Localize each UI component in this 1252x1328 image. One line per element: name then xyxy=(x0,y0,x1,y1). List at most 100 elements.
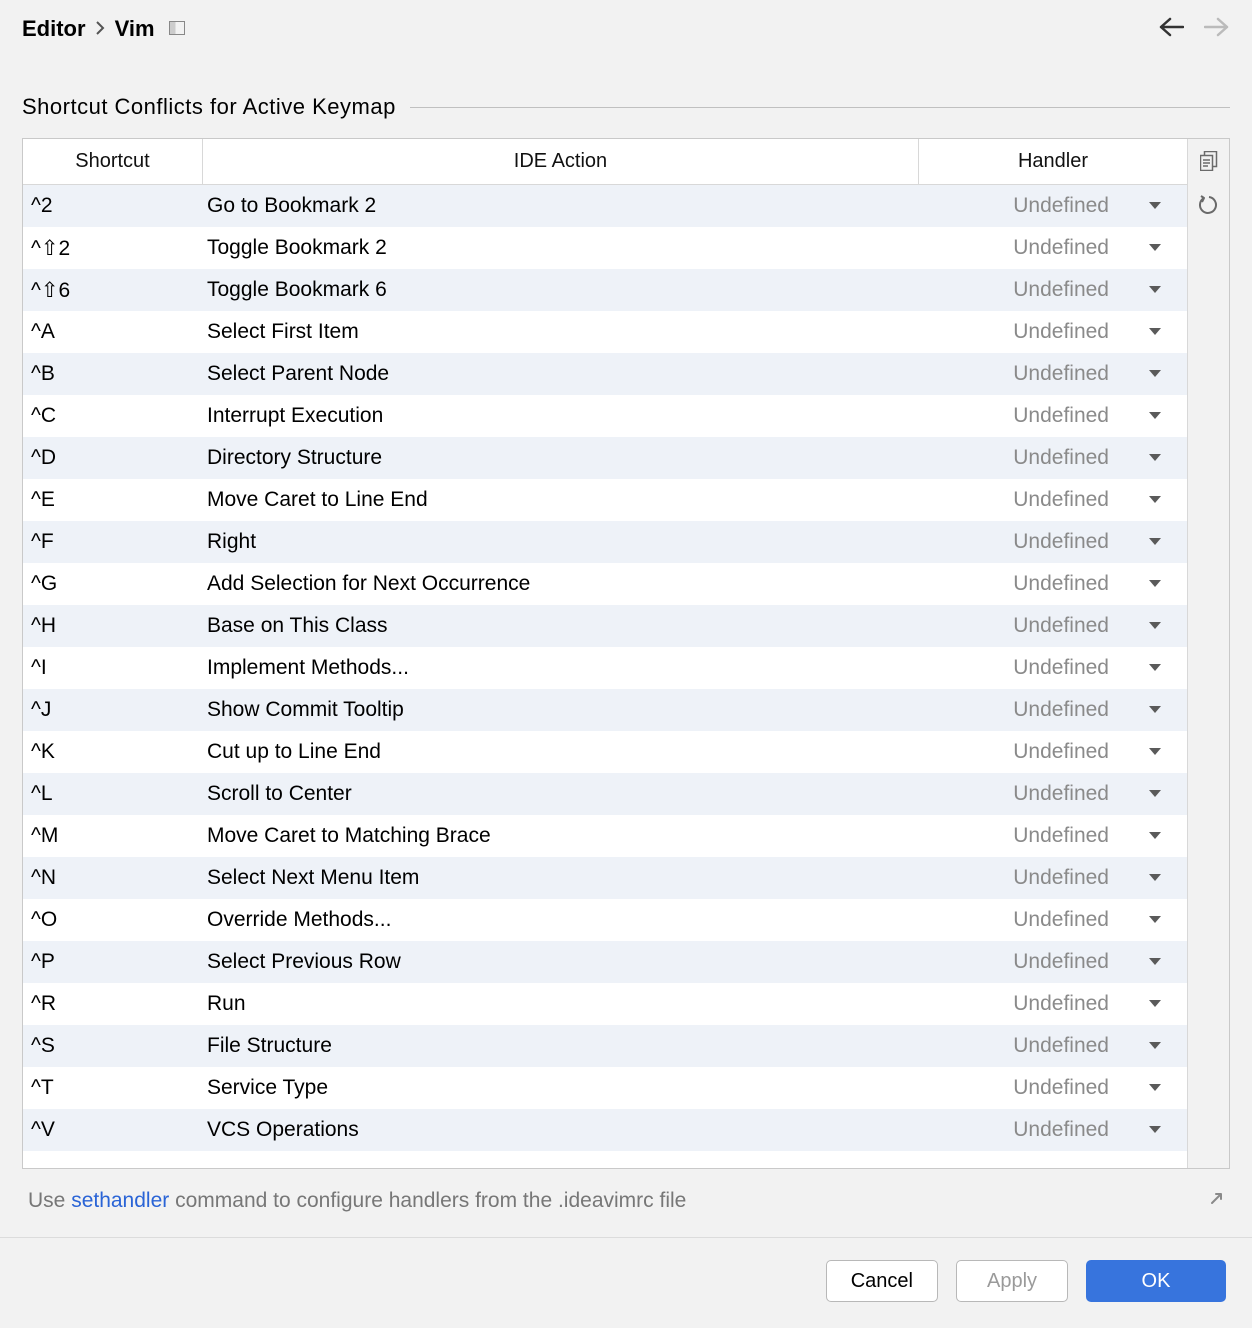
table-header: Shortcut IDE Action Handler xyxy=(23,139,1187,185)
chevron-down-icon xyxy=(1149,661,1161,675)
handler-cell[interactable]: Undefined xyxy=(919,530,1187,554)
table-row[interactable]: ^2Go to Bookmark 2Undefined xyxy=(23,185,1187,227)
action-cell: Select Previous Row xyxy=(203,950,919,974)
breadcrumb-parent[interactable]: Editor xyxy=(22,16,86,42)
table-row[interactable]: ^HBase on This ClassUndefined xyxy=(23,605,1187,647)
footer: Cancel Apply OK xyxy=(0,1237,1252,1328)
table-row[interactable]: ^FRightUndefined xyxy=(23,521,1187,563)
header-row: Editor Vim xyxy=(0,0,1252,52)
col-handler[interactable]: Handler xyxy=(919,139,1187,184)
handler-cell[interactable]: Undefined xyxy=(919,992,1187,1016)
chevron-down-icon xyxy=(1149,493,1161,507)
table-row[interactable]: ^TService TypeUndefined xyxy=(23,1067,1187,1109)
handler-cell[interactable]: Undefined xyxy=(919,866,1187,890)
shortcut-cell: ^H xyxy=(23,614,203,638)
ok-button[interactable]: OK xyxy=(1086,1260,1226,1302)
action-cell: Show Commit Tooltip xyxy=(203,698,919,722)
handler-label: Undefined xyxy=(1013,404,1109,428)
handler-label: Undefined xyxy=(1013,1118,1109,1142)
open-external-icon[interactable] xyxy=(1209,1191,1224,1211)
col-action[interactable]: IDE Action xyxy=(203,139,919,184)
handler-cell[interactable]: Undefined xyxy=(919,908,1187,932)
handler-label: Undefined xyxy=(1013,320,1109,344)
handler-cell[interactable]: Undefined xyxy=(919,236,1187,260)
table-row[interactable]: ^SFile StructureUndefined xyxy=(23,1025,1187,1067)
handler-cell[interactable]: Undefined xyxy=(919,782,1187,806)
handler-label: Undefined xyxy=(1013,362,1109,386)
table-row[interactable]: ^MMove Caret to Matching BraceUndefined xyxy=(23,815,1187,857)
handler-cell[interactable]: Undefined xyxy=(919,488,1187,512)
handler-label: Undefined xyxy=(1013,278,1109,302)
table-row[interactable]: ^IImplement Methods...Undefined xyxy=(23,647,1187,689)
table-row[interactable]: ^OOverride Methods...Undefined xyxy=(23,899,1187,941)
table-row[interactable]: ^BSelect Parent NodeUndefined xyxy=(23,353,1187,395)
breadcrumb-current: Vim xyxy=(115,16,155,42)
handler-cell[interactable]: Undefined xyxy=(919,194,1187,218)
action-cell: File Structure xyxy=(203,1034,919,1058)
handler-cell[interactable]: Undefined xyxy=(919,824,1187,848)
handler-cell[interactable]: Undefined xyxy=(919,656,1187,680)
handler-cell[interactable]: Undefined xyxy=(919,1118,1187,1142)
shortcut-cell: ^I xyxy=(23,656,203,680)
nav-arrows xyxy=(1158,17,1230,42)
handler-cell[interactable]: Undefined xyxy=(919,740,1187,764)
shortcut-cell: ^V xyxy=(23,1118,203,1142)
handler-cell[interactable]: Undefined xyxy=(919,278,1187,302)
handler-label: Undefined xyxy=(1013,1076,1109,1100)
shortcut-cell: ^P xyxy=(23,950,203,974)
chevron-down-icon xyxy=(1149,367,1161,381)
table-row[interactable]: ^LScroll to CenterUndefined xyxy=(23,773,1187,815)
table-row[interactable]: ^⇧2Toggle Bookmark 2Undefined xyxy=(23,227,1187,269)
handler-cell[interactable]: Undefined xyxy=(919,362,1187,386)
handler-cell[interactable]: Undefined xyxy=(919,698,1187,722)
handler-cell[interactable]: Undefined xyxy=(919,1034,1187,1058)
chevron-down-icon xyxy=(1149,451,1161,465)
table-row[interactable]: ^ASelect First ItemUndefined xyxy=(23,311,1187,353)
handler-cell[interactable]: Undefined xyxy=(919,614,1187,638)
table-row[interactable]: ^PSelect Previous RowUndefined xyxy=(23,941,1187,983)
table-row[interactable]: ^JShow Commit TooltipUndefined xyxy=(23,689,1187,731)
cancel-button[interactable]: Cancel xyxy=(826,1260,938,1302)
handler-label: Undefined xyxy=(1013,908,1109,932)
table-row[interactable]: ^NSelect Next Menu ItemUndefined xyxy=(23,857,1187,899)
section-title: Shortcut Conflicts for Active Keymap xyxy=(22,94,396,120)
handler-cell[interactable]: Undefined xyxy=(919,446,1187,470)
table-row[interactable]: ^DDirectory StructureUndefined xyxy=(23,437,1187,479)
action-cell: Directory Structure xyxy=(203,446,919,470)
shortcut-cell: ^T xyxy=(23,1076,203,1100)
back-button[interactable] xyxy=(1158,17,1184,42)
table-row[interactable]: ^GAdd Selection for Next OccurrenceUndef… xyxy=(23,563,1187,605)
handler-cell[interactable]: Undefined xyxy=(919,572,1187,596)
conflict-table: Shortcut IDE Action Handler ^2Go to Book… xyxy=(22,138,1230,1169)
table-row[interactable]: ^⇧6Toggle Bookmark 6Undefined xyxy=(23,269,1187,311)
action-cell: VCS Operations xyxy=(203,1118,919,1142)
chevron-down-icon xyxy=(1149,241,1161,255)
hint-bar: Use sethandler command to configure hand… xyxy=(22,1169,1230,1229)
handler-cell[interactable]: Undefined xyxy=(919,320,1187,344)
chevron-down-icon xyxy=(1149,409,1161,423)
apply-button: Apply xyxy=(956,1260,1068,1302)
copy-icon[interactable] xyxy=(1200,151,1218,177)
handler-label: Undefined xyxy=(1013,782,1109,806)
action-cell: Add Selection for Next Occurrence xyxy=(203,572,919,596)
action-cell: Toggle Bookmark 6 xyxy=(203,278,919,302)
action-cell: Run xyxy=(203,992,919,1016)
table-row[interactable]: ^RRunUndefined xyxy=(23,983,1187,1025)
col-shortcut[interactable]: Shortcut xyxy=(23,139,203,184)
table-row[interactable]: ^EMove Caret to Line EndUndefined xyxy=(23,479,1187,521)
shortcut-cell: ^O xyxy=(23,908,203,932)
table-row[interactable]: ^CInterrupt ExecutionUndefined xyxy=(23,395,1187,437)
handler-label: Undefined xyxy=(1013,194,1109,218)
table-row[interactable]: ^KCut up to Line EndUndefined xyxy=(23,731,1187,773)
handler-cell[interactable]: Undefined xyxy=(919,404,1187,428)
table-row[interactable]: ^VVCS Operations Undefined xyxy=(23,1109,1187,1151)
handler-cell[interactable]: Undefined xyxy=(919,1076,1187,1100)
action-cell: Cut up to Line End xyxy=(203,740,919,764)
chevron-down-icon xyxy=(1149,1039,1161,1053)
reset-icon[interactable] xyxy=(1199,195,1219,221)
shortcut-cell: ^C xyxy=(23,404,203,428)
chevron-down-icon xyxy=(1149,997,1161,1011)
handler-cell[interactable]: Undefined xyxy=(919,950,1187,974)
sethandler-link[interactable]: sethandler xyxy=(71,1189,169,1212)
shortcut-cell: ^N xyxy=(23,866,203,890)
